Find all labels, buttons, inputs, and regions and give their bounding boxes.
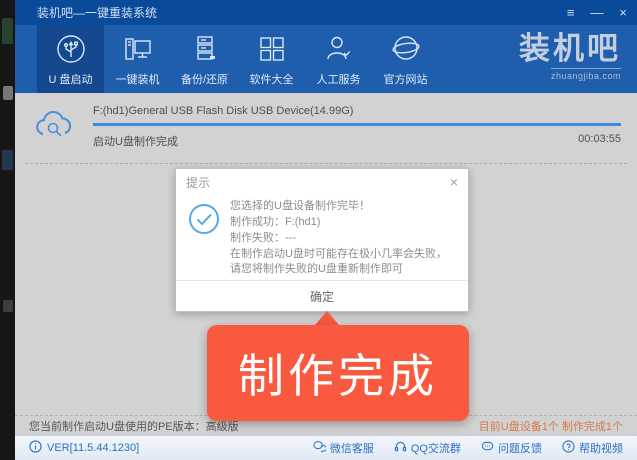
nav-item-one-key-install[interactable]: 一键装机	[104, 25, 171, 93]
desktop-icon-fragment	[3, 300, 13, 312]
qq-headset-icon	[394, 440, 407, 456]
dialog-message-line: 制作成功：F:(hd1)	[230, 216, 321, 228]
help-question-icon	[562, 440, 575, 456]
divider	[25, 163, 627, 164]
version-text: VER[11.5.44.1230]	[47, 442, 140, 454]
software-grid-icon	[255, 32, 289, 66]
nav-item-label: 人工服务	[316, 73, 361, 86]
content-area: F:(hd1)General USB Flash Disk USB Device…	[15, 93, 637, 421]
footer-link-label: 问题反馈	[498, 443, 542, 455]
cloud-download-icon	[31, 105, 79, 149]
callout-arrow	[315, 311, 339, 325]
computer-icon	[121, 32, 155, 66]
dialog-message-line: 您选择的U盘设备制作完毕！	[230, 200, 370, 212]
usb-icon	[54, 32, 88, 66]
nav-item-official-website[interactable]: 官方网站	[372, 25, 439, 93]
task-info: F:(hd1)General USB Flash Disk USB Device…	[93, 105, 621, 149]
dialog-message-line: 在制作启动U盘时可能存在极小几率会失败，请您将制作失败的U盘重新制作即可	[230, 248, 447, 275]
callout-text: 制作完成	[238, 350, 438, 402]
progress-bar	[93, 123, 621, 126]
dialog-message-line: 制作失败：---	[230, 232, 296, 244]
progress-bar-fill	[93, 123, 621, 126]
dialog-body: 您选择的U盘设备制作完毕！ 制作成功：F:(hd1) 制作失败：--- 在制作启…	[176, 195, 468, 280]
footer-bar: VER[11.5.44.1230] 微信客服 QQ交流群 问题反馈 帮助视频	[15, 435, 637, 460]
help-video-link[interactable]: 帮助视频	[562, 440, 623, 456]
wechat-support-link[interactable]: 微信客服	[313, 440, 374, 456]
dialog-header: 提示 ×	[176, 169, 468, 195]
nav-item-customer-service[interactable]: 人工服务	[305, 25, 372, 93]
nav-item-label: 备份/还原	[180, 73, 229, 86]
desktop-icon-fragment	[3, 86, 13, 100]
backup-drive-icon	[188, 32, 222, 66]
person-icon	[322, 32, 356, 66]
nav-item-usb-boot[interactable]: U 盘启动	[37, 25, 104, 93]
brand-domain: zhuangjiba.com	[550, 68, 621, 81]
brand-logo-text: 装机吧	[519, 31, 621, 66]
task-status-line: 启动U盘制作完成 00:03:55	[93, 133, 621, 149]
footer-link-label: 微信客服	[329, 443, 374, 455]
result-dialog: 提示 × 您选择的U盘设备制作完毕！ 制作成功：F:(hd1) 制作失败：---	[175, 168, 469, 312]
window-controls: ≡ — ×	[567, 0, 627, 25]
nav-item-label: U 盘启动	[48, 73, 93, 86]
device-count-status: 目前U盘设备1个 制作完成1个	[478, 420, 623, 433]
window-title: 装机吧—一键重装系统	[37, 6, 158, 20]
footer-links: 微信客服 QQ交流群 问题反馈 帮助视频	[313, 440, 623, 456]
wechat-icon	[313, 440, 327, 456]
task-elapsed-time: 00:03:55	[578, 133, 621, 145]
footer-link-label: 帮助视频	[579, 443, 623, 455]
nav-item-label: 软件大全	[249, 73, 294, 86]
menu-button[interactable]: ≡	[567, 0, 575, 25]
info-icon	[29, 440, 42, 456]
dialog-close-icon[interactable]: ×	[450, 174, 458, 190]
feedback-link[interactable]: 问题反馈	[481, 440, 542, 456]
nav-item-label: 一键装机	[115, 73, 160, 86]
qq-group-link[interactable]: QQ交流群	[394, 440, 461, 456]
titlebar: 装机吧—一键重装系统 ≡ — ×	[15, 0, 637, 25]
version-info: VER[11.5.44.1230]	[29, 440, 139, 456]
usb-task-row: F:(hd1)General USB Flash Disk USB Device…	[15, 93, 637, 149]
desktop-icon-fragment	[2, 18, 13, 44]
desktop-icon-fragment	[2, 150, 13, 170]
footer-link-label: QQ交流群	[410, 443, 461, 455]
nav-item-software-collection[interactable]: 软件大全	[238, 25, 305, 93]
success-check-icon	[188, 199, 220, 280]
feedback-bubble-icon	[481, 440, 494, 456]
globe-icon	[389, 32, 423, 66]
dialog-title: 提示	[186, 175, 211, 190]
nav-bar: U 盘启动 一键装机 备份/还原 软件大全 人工服务 官方网站 装机吧 zhua…	[15, 25, 637, 93]
callout-body: 制作完成	[207, 325, 469, 421]
nav-item-backup-restore[interactable]: 备份/还原	[171, 25, 238, 93]
desktop-background-strip	[0, 0, 15, 460]
completion-callout: 制作完成	[207, 311, 469, 421]
screen: 装机吧—一键重装系统 ≡ — × U 盘启动 一键装机 备份/还原 软件大全 人…	[0, 0, 637, 460]
nav-item-label: 官方网站	[383, 73, 428, 86]
minimize-button[interactable]: —	[590, 0, 603, 25]
close-button[interactable]: ×	[619, 0, 627, 25]
device-name: F:(hd1)General USB Flash Disk USB Device…	[93, 105, 354, 117]
task-status-text: 启动U盘制作完成	[93, 136, 178, 148]
brand-logo: 装机吧 zhuangjiba.com	[519, 32, 621, 84]
dialog-footer: 确定	[176, 280, 468, 311]
dialog-message: 您选择的U盘设备制作完毕！ 制作成功：F:(hd1) 制作失败：--- 在制作启…	[230, 199, 454, 280]
ok-button[interactable]: 确定	[270, 284, 374, 309]
app-window: 装机吧—一键重装系统 ≡ — × U 盘启动 一键装机 备份/还原 软件大全 人…	[15, 0, 637, 460]
